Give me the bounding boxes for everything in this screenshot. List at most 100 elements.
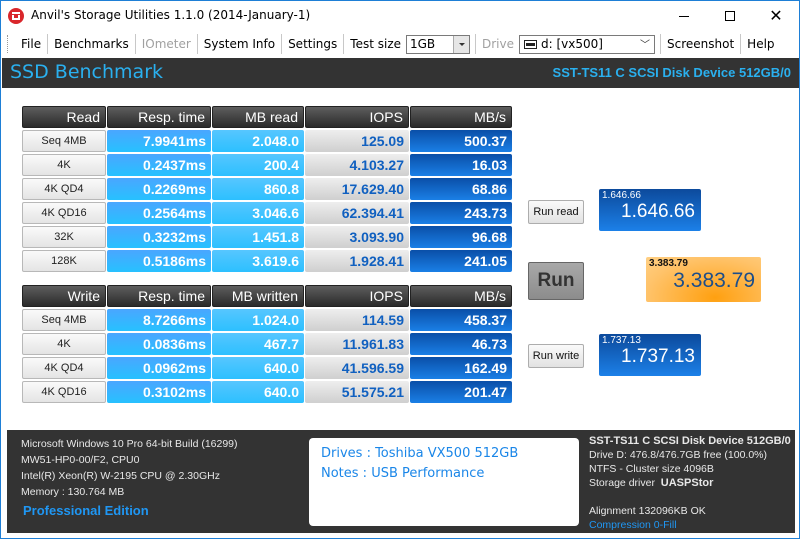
cell-iops: 51.575.21 — [305, 381, 409, 403]
edition-label: Professional Edition — [23, 503, 149, 518]
column-header-resp-time: Resp. time — [107, 285, 211, 307]
menu-iometer[interactable]: IOmeter — [137, 34, 196, 54]
cell-resp-time: 7.9941ms — [107, 130, 211, 152]
test-button[interactable]: 4K QD4 — [22, 178, 106, 200]
column-header-label: Read — [22, 106, 106, 128]
table-row: Seq 4MB 8.7266ms 1.024.0 114.59 458.37 — [22, 308, 513, 332]
column-header-mb: MB written — [212, 285, 304, 307]
column-header-label: Write — [22, 285, 106, 307]
cell-mbps: 46.73 — [410, 333, 512, 355]
board-info: MW51-HP0-00/F2, CPU0 — [21, 454, 140, 466]
menu-system-info[interactable]: System Info — [199, 34, 280, 54]
cell-resp-time: 0.2437ms — [107, 154, 211, 176]
write-score: 1.737.13 1.737.13 — [599, 334, 701, 376]
cell-mb: 200.4 — [212, 154, 304, 176]
test-button[interactable]: Seq 4MB — [22, 309, 106, 331]
test-button[interactable]: Seq 4MB — [22, 130, 106, 152]
cell-resp-time: 0.5186ms — [107, 250, 211, 272]
cell-mb: 1.024.0 — [212, 309, 304, 331]
cell-mb: 2.048.0 — [212, 130, 304, 152]
write-results-table: Write Resp. time MB written IOPS MB/s Seq 4MB… — [22, 284, 513, 404]
test-button[interactable]: 4K — [22, 333, 106, 355]
menu-separator — [475, 34, 476, 54]
cell-resp-time: 0.2269ms — [107, 178, 211, 200]
menu-settings[interactable]: Settings — [283, 34, 342, 54]
drive-label: Drive — [482, 37, 514, 51]
menu-screenshot[interactable]: Screenshot — [662, 34, 739, 54]
cell-mb: 640.0 — [212, 357, 304, 379]
table-row: 4K QD4 0.0962ms 640.0 41.596.59 162.49 — [22, 356, 513, 380]
toolbar-grip[interactable] — [7, 35, 10, 53]
read-score: 1.646.66 1.646.66 — [599, 189, 701, 231]
test-size-value: 1GB — [410, 36, 436, 51]
test-button[interactable]: 4K — [22, 154, 106, 176]
test-size-select[interactable]: 1GB — [406, 34, 470, 54]
total-score-value: 3.383.79 — [673, 269, 755, 292]
test-button[interactable]: 32K — [22, 226, 106, 248]
close-icon: ✕ — [769, 6, 783, 25]
write-score-value: 1.737.13 — [621, 346, 695, 367]
table-row: 4K QD4 0.2269ms 860.8 17.629.40 68.86 — [22, 177, 513, 201]
minimize-button[interactable] — [661, 1, 707, 31]
cell-mb: 860.8 — [212, 178, 304, 200]
run-button[interactable]: Run — [528, 262, 584, 300]
test-button[interactable]: 128K — [22, 250, 106, 272]
menu-separator — [281, 34, 283, 54]
menu-separator — [134, 34, 136, 54]
maximize-icon — [725, 11, 735, 21]
cell-iops: 114.59 — [305, 309, 409, 331]
test-size-label: Test size — [350, 37, 401, 51]
run-write-button[interactable]: Run write — [528, 344, 584, 368]
info-footer: Microsoft Windows 10 Pro 64-bit Build (1… — [7, 430, 795, 533]
os-info: Microsoft Windows 10 Pro 64-bit Build (1… — [21, 438, 238, 450]
column-header-mbps: MB/s — [410, 106, 512, 128]
cell-mbps: 500.37 — [410, 130, 512, 152]
cell-mbps: 201.47 — [410, 381, 512, 403]
table-row: 128K 0.5186ms 3.619.6 1.928.41 241.05 — [22, 249, 513, 273]
title-bar: Anvil's Storage Utilities 1.1.0 (2014-Ja… — [1, 1, 799, 31]
cell-mbps: 243.73 — [410, 202, 512, 224]
cell-resp-time: 0.0836ms — [107, 333, 211, 355]
page-title: SSD Benchmark — [10, 61, 164, 83]
device-info: SST-TS11 C SCSI Disk Device 512GB/0 Driv… — [589, 434, 791, 532]
chevron-down-icon[interactable]: ﹀ — [640, 37, 650, 54]
menu-help[interactable]: Help — [742, 34, 779, 54]
run-read-button[interactable]: Run read — [528, 200, 584, 224]
maximize-button[interactable] — [707, 1, 753, 31]
cell-resp-time: 0.0962ms — [107, 357, 211, 379]
notes-text: Notes : USB Performance — [321, 466, 485, 481]
cell-mb: 3.619.6 — [212, 250, 304, 272]
column-header-mb: MB read — [212, 106, 304, 128]
column-header-iops: IOPS — [305, 106, 409, 128]
test-button[interactable]: 4K QD4 — [22, 357, 106, 379]
cell-mbps: 96.68 — [410, 226, 512, 248]
drive-value: d: [vx500] — [541, 36, 603, 51]
menu-file[interactable]: File — [16, 34, 46, 54]
cell-mbps: 68.86 — [410, 178, 512, 200]
close-button[interactable]: ✕ — [753, 1, 799, 31]
drive-select[interactable]: d: [vx500] ﹀ — [519, 34, 655, 54]
cell-resp-time: 8.7266ms — [107, 309, 211, 331]
read-score-value: 1.646.66 — [621, 201, 695, 222]
device-name: SST-TS11 C SCSI Disk Device 512GB/0 — [552, 65, 791, 80]
cell-resp-time: 0.3102ms — [107, 381, 211, 403]
table-row: Seq 4MB 7.9941ms 2.048.0 125.09 500.37 — [22, 129, 513, 153]
cell-iops: 4.103.27 — [305, 154, 409, 176]
test-button[interactable]: 4K QD16 — [22, 202, 106, 224]
cell-iops: 1.928.41 — [305, 250, 409, 272]
table-header-row: Read Resp. time MB read IOPS MB/s — [22, 105, 513, 129]
cell-mb: 3.046.6 — [212, 202, 304, 224]
cell-mbps: 162.49 — [410, 357, 512, 379]
table-row: 4K 0.2437ms 200.4 4.103.27 16.03 — [22, 153, 513, 177]
test-button[interactable]: 4K QD16 — [22, 381, 106, 403]
cell-mbps: 16.03 — [410, 154, 512, 176]
minimize-icon — [679, 15, 689, 17]
menu-benchmarks[interactable]: Benchmarks — [49, 34, 134, 54]
cell-mb: 467.7 — [212, 333, 304, 355]
notes-drives: Drives : Toshiba VX500 512GB — [321, 446, 519, 461]
dropdown-arrow-icon[interactable] — [453, 35, 469, 53]
cell-resp-time: 0.3232ms — [107, 226, 211, 248]
app-window: Anvil's Storage Utilities 1.1.0 (2014-Ja… — [0, 0, 800, 539]
benchmark-header: SSD Benchmark SST-TS11 C SCSI Disk Devic… — [2, 58, 799, 88]
notes-box[interactable]: Drives : Toshiba VX500 512GB Notes : USB… — [309, 438, 579, 526]
